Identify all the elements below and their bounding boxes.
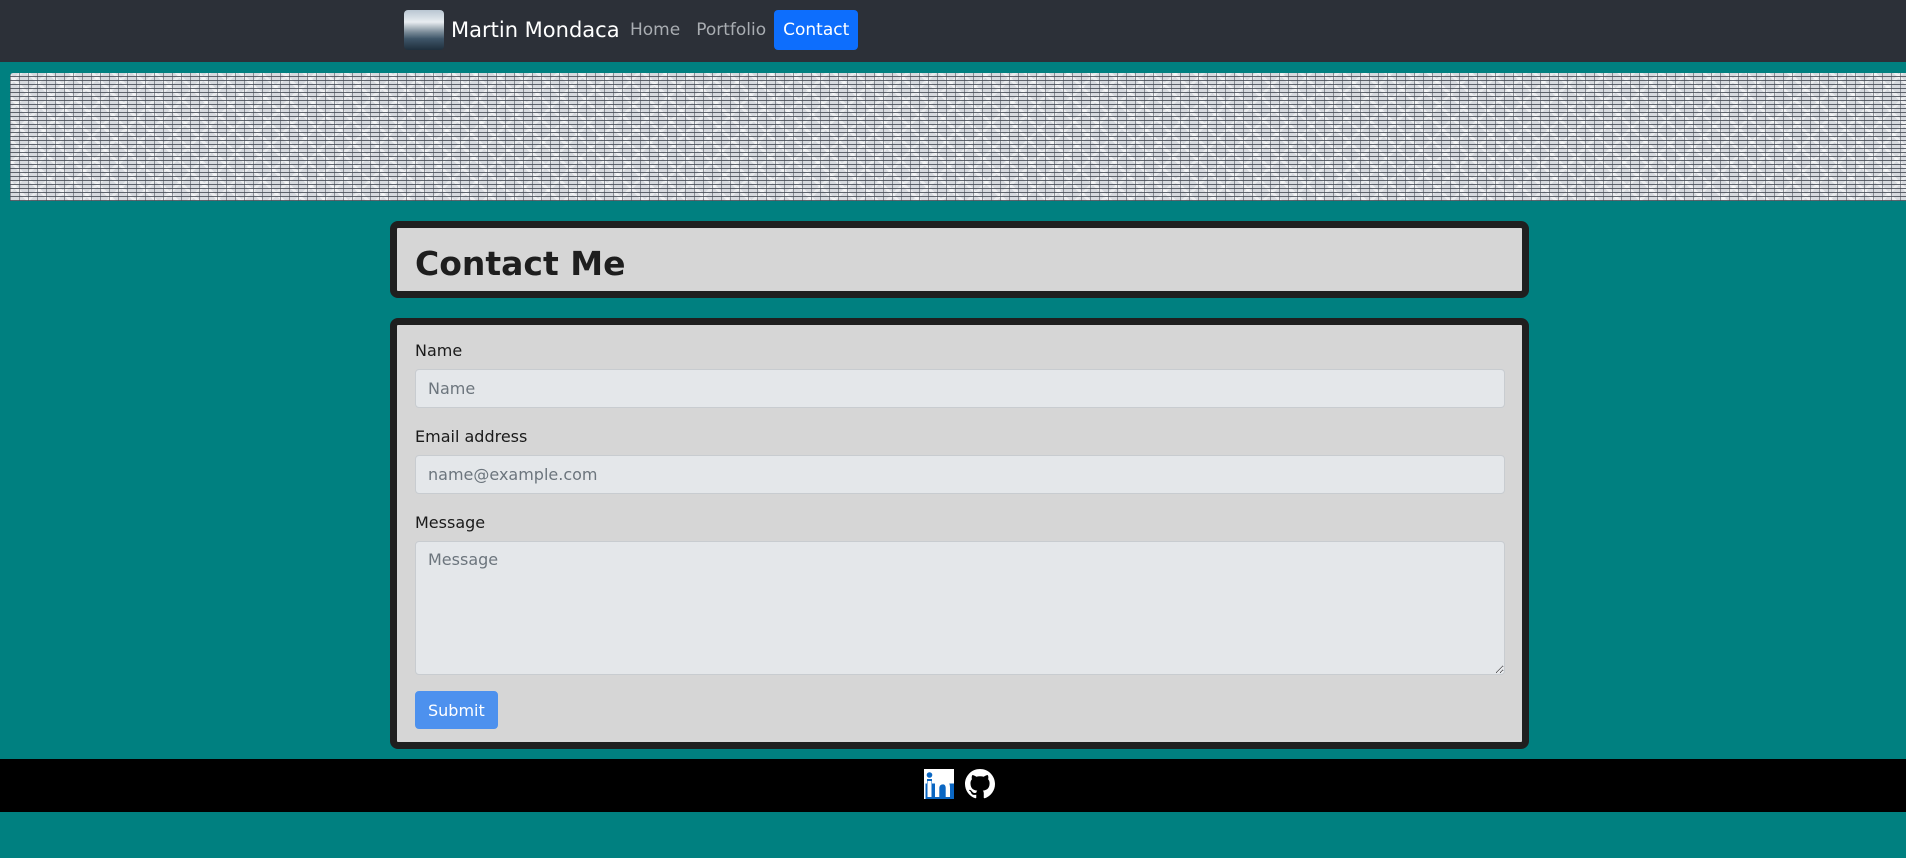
brand-name: Martin Mondaca — [451, 18, 620, 42]
submit-button[interactable]: Submit — [415, 691, 498, 729]
page-title-card: Contact Me — [390, 221, 1529, 298]
footer — [0, 759, 1906, 812]
nav-link-contact[interactable]: Contact — [774, 10, 859, 50]
message-label: Message — [415, 513, 486, 532]
github-link[interactable] — [964, 768, 995, 803]
nav-link-portfolio[interactable]: Portfolio — [688, 10, 774, 50]
linkedin-icon — [923, 768, 954, 803]
message-textarea[interactable] — [415, 541, 1505, 675]
name-label: Name — [415, 341, 463, 360]
contact-form: Name Email address Message Submit — [390, 318, 1529, 749]
brand-logo-image — [404, 10, 444, 50]
header-banner-pattern — [10, 73, 1906, 201]
email-input[interactable] — [415, 455, 1505, 494]
nav-links: Home Portfolio Contact — [622, 10, 859, 50]
page-title: Contact Me — [415, 244, 626, 283]
nav-link-home[interactable]: Home — [622, 10, 688, 50]
name-input[interactable] — [415, 369, 1505, 408]
email-label: Email address — [415, 427, 528, 446]
github-icon — [964, 768, 995, 803]
brand-link[interactable]: Martin Mondaca — [404, 10, 620, 50]
linkedin-link[interactable] — [923, 768, 954, 803]
navbar: Martin Mondaca Home Portfolio Contact — [0, 0, 1906, 62]
